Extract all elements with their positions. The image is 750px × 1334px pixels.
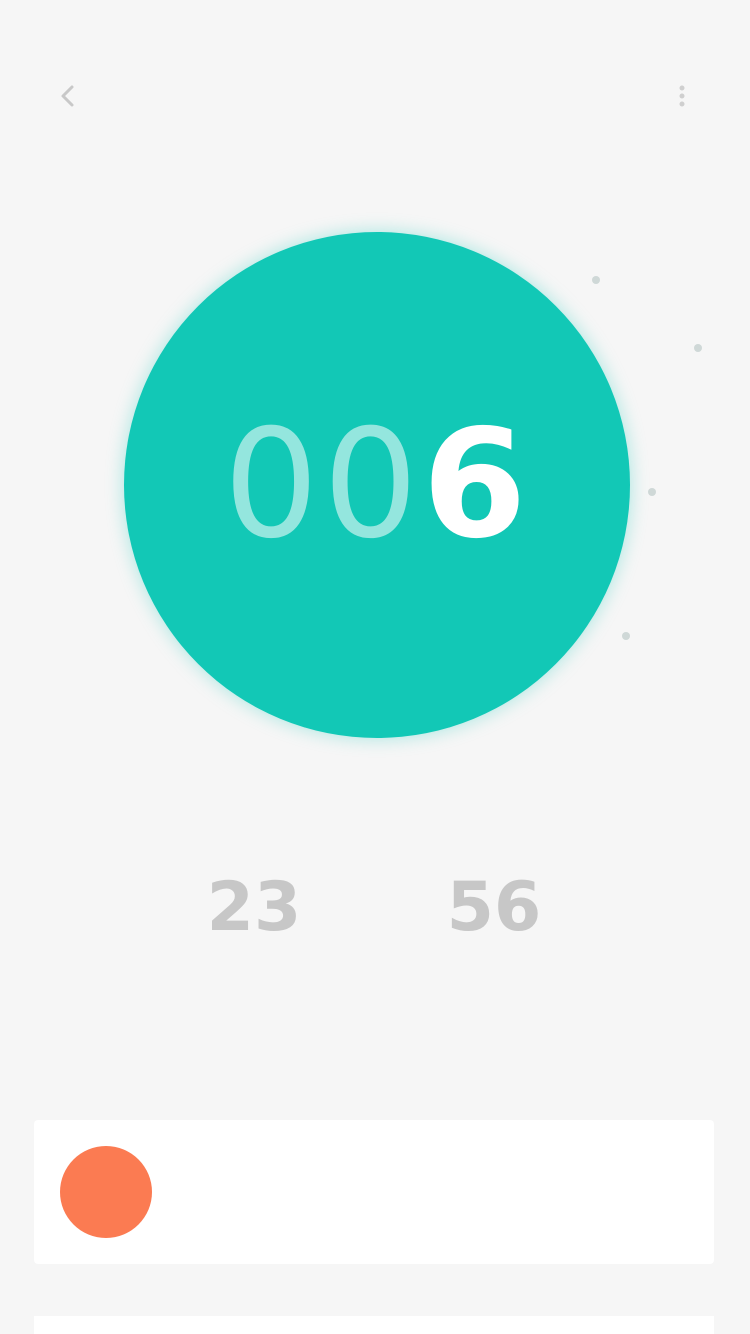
back-button[interactable]: [40, 68, 96, 124]
decor-dot: [592, 276, 600, 284]
stat-right: 56: [394, 868, 594, 958]
next-card-edge: [34, 1316, 714, 1334]
decor-dot: [648, 488, 656, 496]
app-screen: 006 23 56: [0, 0, 750, 1334]
header: [0, 0, 750, 160]
decor-dot: [622, 632, 630, 640]
decor-dot: [694, 344, 702, 352]
counter-digit: 6: [422, 398, 531, 572]
stat-value: 23: [206, 868, 302, 947]
stat-left: 23: [154, 868, 354, 958]
profile-card[interactable]: [34, 1120, 714, 1264]
chevron-left-icon: [61, 85, 74, 107]
counter-value: 006: [124, 400, 630, 570]
stat-value: 56: [446, 868, 542, 947]
avatar[interactable]: [60, 1146, 152, 1238]
more-icon: [679, 85, 685, 107]
more-button[interactable]: [654, 68, 710, 124]
counter-circle[interactable]: 006: [124, 232, 630, 738]
counter-leading-zeros: 00: [223, 398, 423, 572]
